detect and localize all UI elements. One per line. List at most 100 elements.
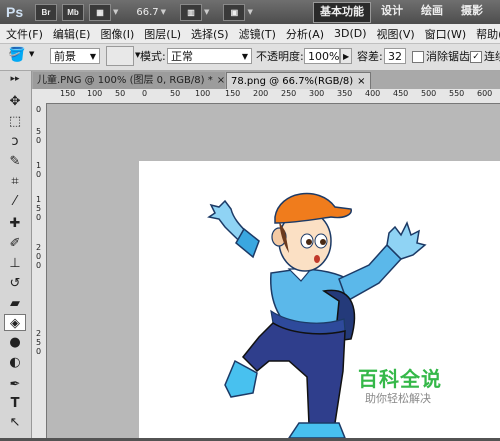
menu-window[interactable]: 窗口(W) bbox=[425, 26, 466, 42]
history-brush-tool-icon[interactable]: ↺ bbox=[4, 275, 26, 292]
ruler-tick: 200 bbox=[253, 89, 269, 98]
ruler-tick: 0 bbox=[36, 347, 42, 356]
boy-illustration bbox=[207, 192, 427, 439]
opacity-label: 不透明度: bbox=[256, 50, 304, 63]
quick-select-tool-icon[interactable]: ✎ bbox=[4, 153, 26, 170]
document-tabs: 儿童.PNG @ 100% (图层 0, RGB/8) * × 78.png @ … bbox=[32, 71, 500, 90]
chevron-down-icon[interactable]: ▼ bbox=[113, 8, 118, 16]
ruler-tick: 150 bbox=[60, 89, 76, 98]
workspace-essentials[interactable]: 基本功能 bbox=[313, 2, 371, 23]
ruler-tick: 500 bbox=[421, 89, 437, 98]
menu-image[interactable]: 图像(I) bbox=[100, 26, 134, 42]
paint-bucket-icon[interactable]: 🪣 bbox=[8, 47, 25, 63]
bridge-button[interactable]: Br bbox=[35, 3, 57, 21]
menu-filter[interactable]: 滤镜(T) bbox=[239, 26, 276, 42]
zoom-level[interactable]: 66.7 bbox=[136, 7, 158, 18]
antialias-checkbox[interactable]: 消除锯齿 bbox=[412, 48, 470, 64]
ruler-tick: 550 bbox=[449, 89, 465, 98]
menu-edit[interactable]: 编辑(E) bbox=[53, 26, 91, 42]
ruler-tick: 1 bbox=[36, 161, 42, 170]
move-tool-icon[interactable]: ✥ bbox=[4, 93, 26, 110]
workspace-design[interactable]: 设计 bbox=[375, 2, 409, 21]
ruler-tick: 0 bbox=[142, 89, 148, 98]
checkbox-checked-icon[interactable]: ✓ bbox=[470, 51, 482, 63]
ruler-tick: 5 bbox=[36, 204, 42, 213]
canvas-workspace[interactable]: 百科全说 助你轻松解决 bbox=[47, 104, 500, 439]
document-canvas[interactable]: 百科全说 助你轻松解决 bbox=[139, 161, 500, 439]
marquee-tool-icon[interactable]: ⬚ bbox=[4, 113, 26, 130]
ruler-tick: 5 bbox=[36, 338, 42, 347]
tab-document-2[interactable]: 78.png @ 66.7%(RGB/8) × bbox=[226, 72, 371, 89]
opacity-slider-button[interactable]: ▶ bbox=[340, 48, 352, 64]
brush-tool-icon[interactable]: ✐ bbox=[4, 235, 26, 252]
eraser-tool-icon[interactable]: ▰ bbox=[4, 295, 26, 312]
opacity-field[interactable]: 100% bbox=[304, 48, 340, 64]
mode-label: 模式: bbox=[140, 50, 166, 63]
type-tool-icon[interactable]: T bbox=[4, 395, 26, 412]
mini-bridge-button[interactable]: Mb bbox=[62, 3, 84, 21]
tab-document-1[interactable]: 儿童.PNG @ 100% (图层 0, RGB/8) * × bbox=[33, 72, 225, 89]
menu-file[interactable]: 文件(F) bbox=[6, 26, 43, 42]
menu-select[interactable]: 选择(S) bbox=[191, 26, 229, 42]
eyedropper-tool-icon[interactable]: ⁄ bbox=[4, 193, 26, 210]
ruler-tick: 250 bbox=[281, 89, 297, 98]
lasso-tool-icon[interactable]: ↄ bbox=[4, 133, 26, 150]
ruler-tick: 0 bbox=[36, 170, 42, 179]
photoshop-logo: Ps bbox=[6, 4, 24, 20]
screen-mode-button[interactable]: ▣ bbox=[223, 3, 246, 21]
healing-brush-tool-icon[interactable]: ✚ bbox=[4, 215, 26, 232]
horizontal-ruler: 150 100 50 0 50 100 150 200 250 300 350 … bbox=[32, 89, 500, 104]
watermark-title: 百科全说 bbox=[358, 367, 442, 391]
ruler-tick: 0 bbox=[36, 261, 42, 270]
watermark-subtitle: 助你轻松解决 bbox=[365, 392, 431, 405]
close-icon[interactable]: × bbox=[357, 76, 365, 87]
menu-view[interactable]: 视图(V) bbox=[377, 26, 415, 42]
ruler-tick: 350 bbox=[337, 89, 353, 98]
ruler-tick: 0 bbox=[36, 105, 42, 114]
contiguous-checkbox[interactable]: ✓连续 bbox=[470, 48, 500, 64]
pen-tool-icon[interactable]: ✒ bbox=[4, 376, 26, 393]
tolerance-field[interactable]: 32 bbox=[384, 48, 406, 64]
collapse-handle-icon[interactable]: ▸▸ bbox=[4, 75, 26, 84]
view-extras-button[interactable]: ▦ bbox=[89, 3, 111, 21]
tolerance-label: 容差: bbox=[357, 50, 383, 63]
ruler-tick: 5 bbox=[36, 127, 42, 136]
checkbox-unchecked-icon[interactable] bbox=[412, 51, 424, 63]
chevron-down-icon[interactable]: ▼ bbox=[29, 50, 34, 58]
menu-3d[interactable]: 3D(D) bbox=[334, 27, 367, 40]
ruler-tick: 0 bbox=[36, 213, 42, 222]
tools-panel: ▸▸ ✥ ⬚ ↄ ✎ ⌗ ⁄ ✚ ✐ ⊥ ↺ ▰ ◈ ● ◐ ✒ T ↖ bbox=[0, 71, 32, 438]
path-selection-tool-icon[interactable]: ↖ bbox=[4, 414, 26, 431]
menu-layer[interactable]: 图层(L) bbox=[144, 26, 181, 42]
workspace-photography[interactable]: 摄影 bbox=[455, 2, 489, 21]
tool-options-bar: 🪣 ▼ 前景 ▼ ▼ 模式: 正常 ▼ 不透明度: 100% ▶ 容差: 32 消除… bbox=[0, 44, 500, 71]
menu-bar: 文件(F) 编辑(E) 图像(I) 图层(L) 选择(S) 滤镜(T) 分析(A… bbox=[0, 24, 500, 44]
chevron-down-icon[interactable]: ▼ bbox=[247, 8, 252, 16]
crop-tool-icon[interactable]: ⌗ bbox=[4, 173, 26, 190]
menu-analysis[interactable]: 分析(A) bbox=[286, 26, 324, 42]
ruler-tick: 150 bbox=[225, 89, 241, 98]
paint-bucket-tool-icon[interactable]: ◈ bbox=[4, 314, 26, 331]
ruler-tick: 0 bbox=[36, 136, 42, 145]
ruler-tick: 600 bbox=[477, 89, 493, 98]
ruler-tick: 0 bbox=[36, 252, 42, 261]
workspace-painting[interactable]: 绘画 bbox=[415, 2, 449, 21]
fill-source-select[interactable]: 前景 ▼ bbox=[50, 48, 100, 64]
vertical-ruler: 0 5 0 1 0 1 5 0 2 0 0 2 5 0 bbox=[32, 103, 47, 438]
application-bar: Ps Br Mb ▦ ▼ 66.7 ▼ ▥ ▼ ▣ ▼ 基本功能 设计 绘画 摄影 bbox=[0, 0, 500, 24]
clone-stamp-tool-icon[interactable]: ⊥ bbox=[4, 255, 26, 272]
chevron-down-icon[interactable]: ▼ bbox=[204, 8, 209, 16]
dodge-tool-icon[interactable]: ◐ bbox=[4, 354, 26, 371]
ruler-tick: 300 bbox=[309, 89, 325, 98]
ruler-tick: 2 bbox=[36, 329, 42, 338]
ruler-tick: 50 bbox=[170, 89, 181, 98]
ruler-tick: 100 bbox=[87, 89, 103, 98]
mode-select[interactable]: 正常 ▼ bbox=[167, 48, 252, 64]
ruler-tick: 100 bbox=[195, 89, 211, 98]
menu-help[interactable]: 帮助(H) bbox=[476, 26, 500, 42]
chevron-down-icon[interactable]: ▼ bbox=[161, 8, 166, 16]
blur-tool-icon[interactable]: ● bbox=[4, 334, 26, 351]
pattern-picker[interactable] bbox=[106, 46, 134, 66]
close-icon[interactable]: × bbox=[217, 75, 225, 86]
arrange-documents-button[interactable]: ▥ bbox=[180, 3, 203, 21]
